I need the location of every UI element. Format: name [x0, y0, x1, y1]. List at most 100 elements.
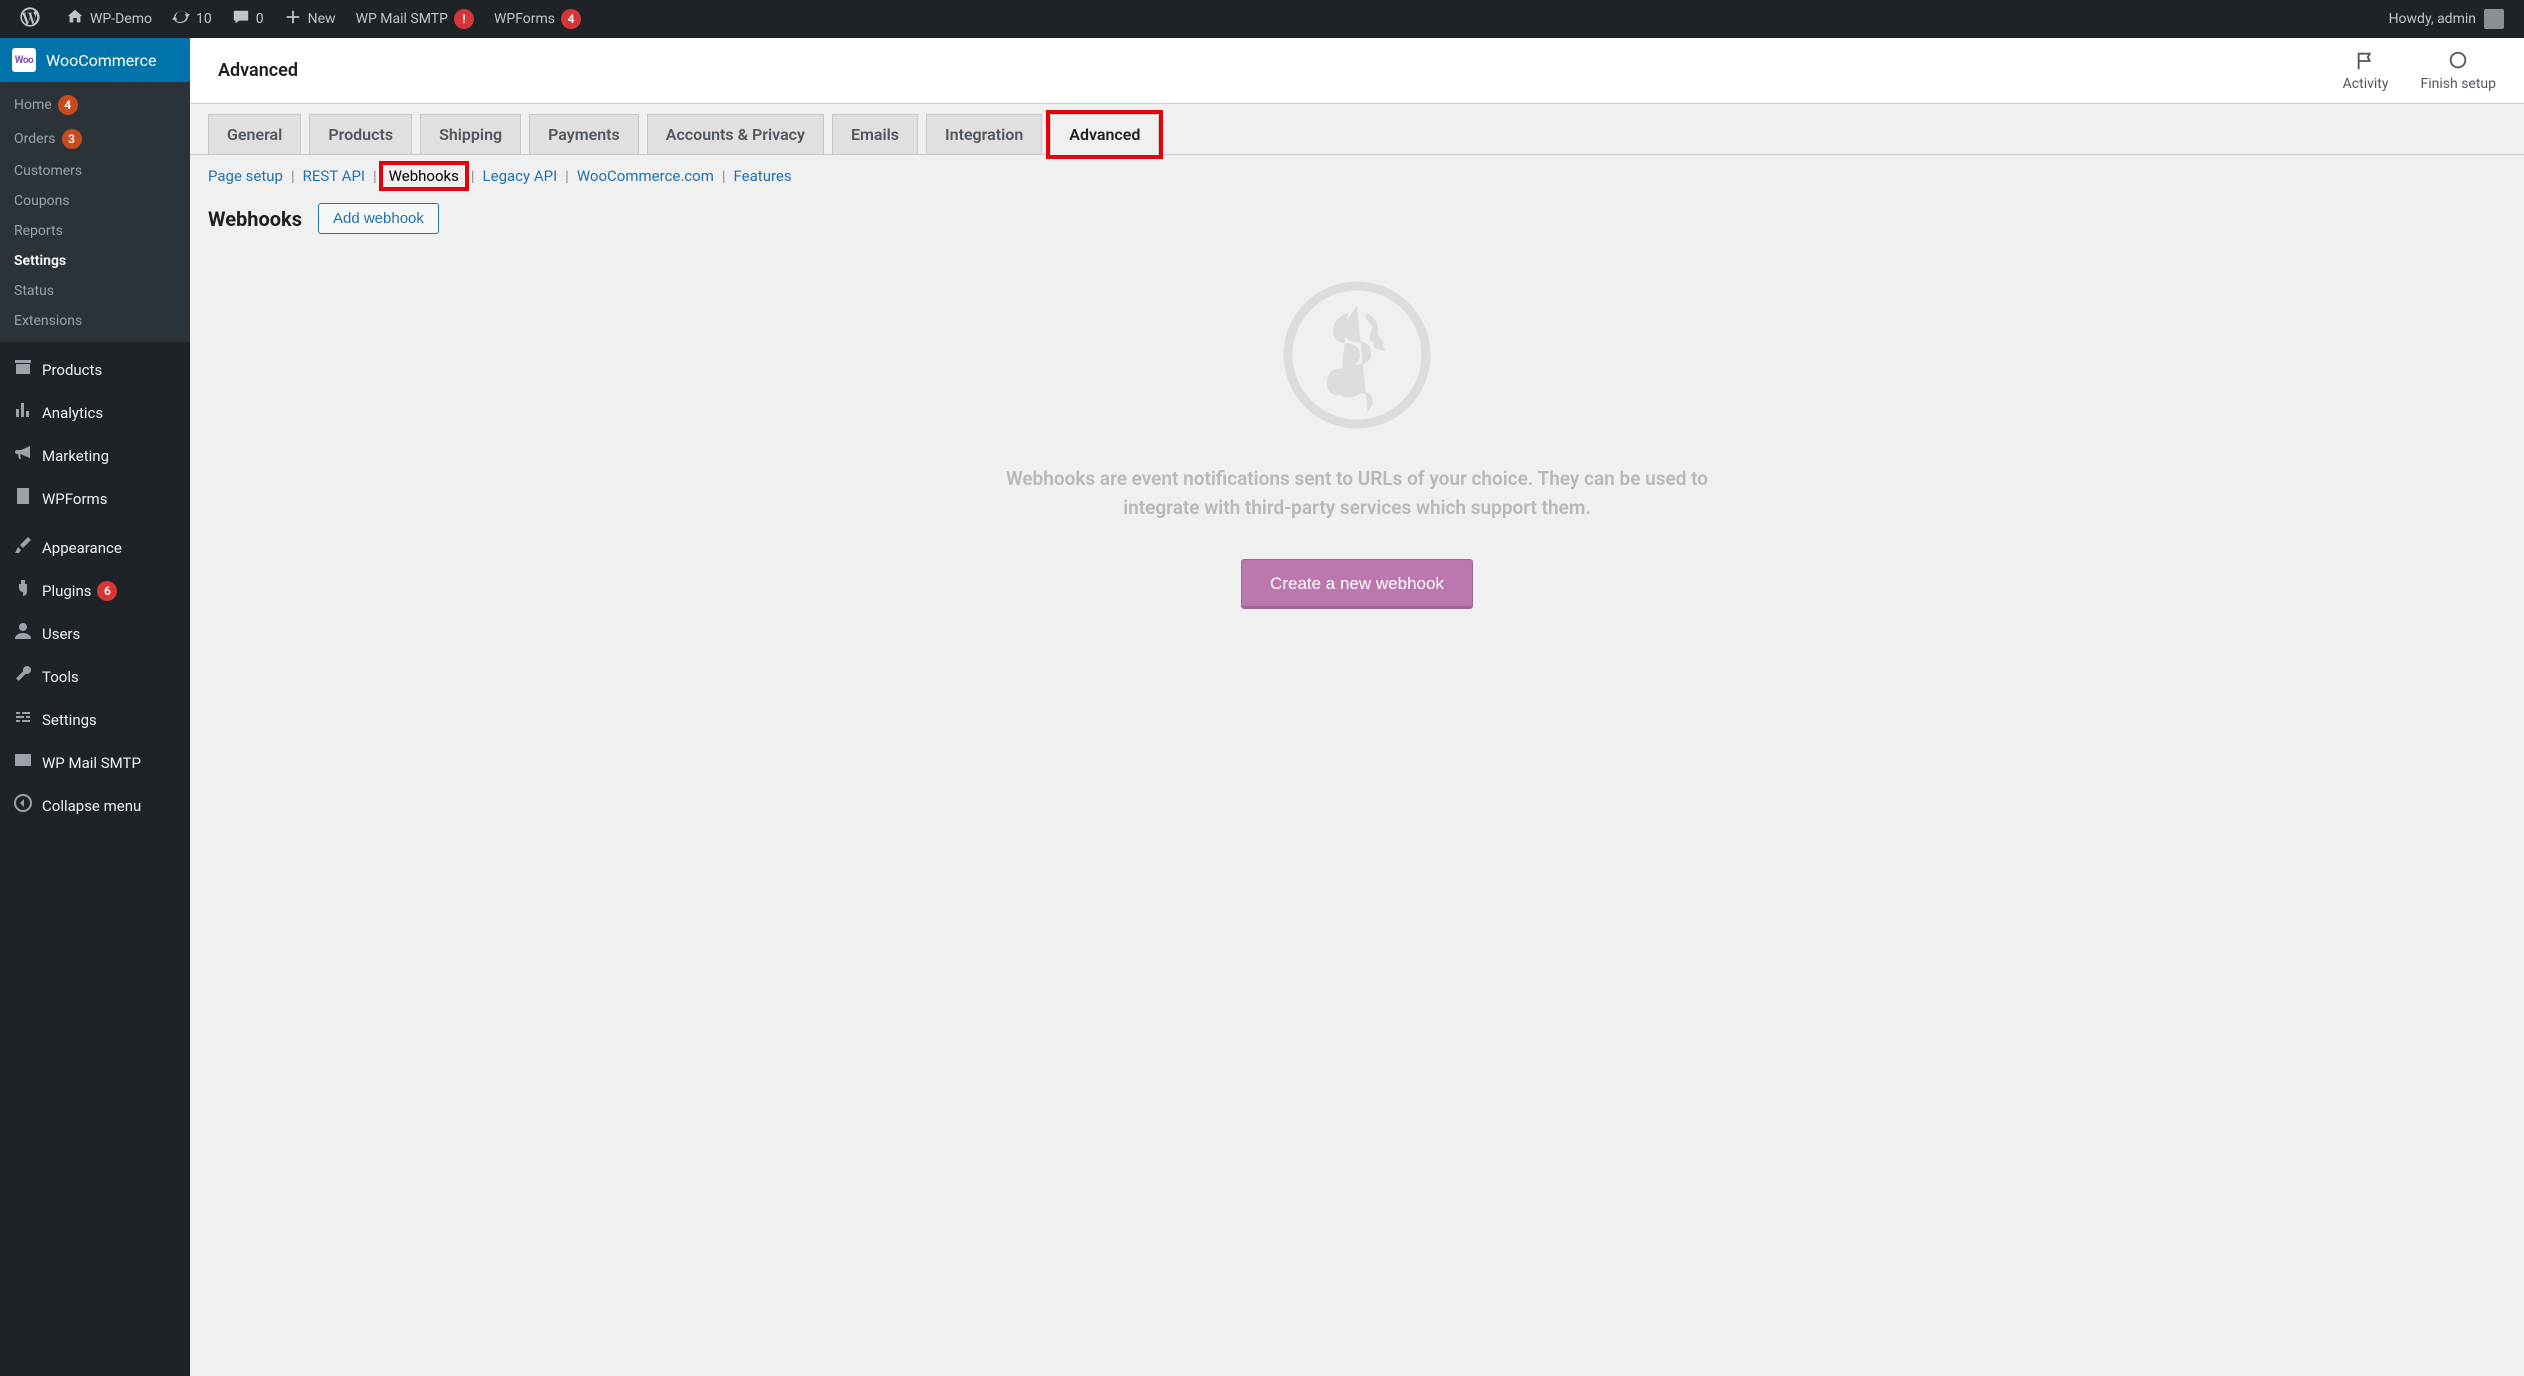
sidebar-sub-extensions[interactable]: Extensions — [0, 306, 190, 336]
sidebar-sub-reports[interactable]: Reports — [0, 216, 190, 246]
sidebar-item-plugins[interactable]: Plugins6 — [0, 569, 190, 612]
sidebar-item-collapse-menu[interactable]: Collapse menu — [0, 784, 190, 827]
sidebar-item-appearance[interactable]: Appearance — [0, 526, 190, 569]
subtab-legacy-api[interactable]: Legacy API — [483, 167, 558, 185]
brush-icon — [10, 535, 36, 560]
sidebar-sub-label: Extensions — [14, 313, 82, 329]
admin-bar: WP-Demo 10 0 New WP Mail SMTP ! WPForms … — [0, 0, 2524, 38]
tab-general[interactable]: General — [208, 114, 301, 154]
updates-link[interactable]: 10 — [162, 0, 222, 38]
admin-sidebar: Woo WooCommerce Home 4Orders 3 Customers Cou… — [0, 38, 190, 1376]
sidebar-sub-label: Orders — [14, 131, 56, 147]
sidebar-item-label: WPForms — [42, 490, 107, 508]
sidebar-item-label: Products — [42, 361, 102, 379]
sidebar-sub-label: Reports — [14, 223, 63, 239]
tab-emails[interactable]: Emails — [832, 114, 918, 154]
wpforms-label: WPForms — [494, 11, 555, 27]
tab-products[interactable]: Products — [309, 114, 412, 154]
sidebar-item-label: Analytics — [42, 404, 103, 422]
sidebar-sub-orders[interactable]: Orders 3 — [0, 122, 190, 156]
comments-link[interactable]: 0 — [222, 0, 274, 38]
sidebar-current-woocommerce[interactable]: Woo WooCommerce — [0, 38, 190, 82]
activity-label: Activity — [2343, 76, 2389, 92]
sidebar-main-menu: Products Analytics Marketing WPForms Appeara… — [0, 342, 190, 827]
sidebar-sub-label: Settings — [14, 253, 66, 269]
tab-payments[interactable]: Payments — [529, 114, 639, 154]
plus-icon — [284, 8, 302, 31]
sidebar-item-products[interactable]: Products — [0, 348, 190, 391]
flag-icon — [2354, 50, 2378, 76]
empty-text: Webhooks are event notifications sent to… — [997, 464, 1717, 523]
avatar — [2484, 9, 2504, 29]
new-label: New — [308, 11, 336, 27]
wc-header: Advanced Activity Finish setup — [190, 38, 2524, 104]
sidebar-item-analytics[interactable]: Analytics — [0, 391, 190, 434]
sidebar-sub-home[interactable]: Home 4 — [0, 88, 190, 122]
sidebar-sub-customers[interactable]: Customers — [0, 156, 190, 186]
archive-icon — [10, 357, 36, 382]
wrench-icon — [10, 664, 36, 689]
account-link[interactable]: Howdy, admin — [2379, 0, 2514, 38]
finish-setup-button[interactable]: Finish setup — [2421, 50, 2497, 92]
finish-setup-label: Finish setup — [2421, 76, 2497, 92]
sidebar-submenu: Home 4Orders 3 Customers Coupons Reports Setti… — [0, 82, 190, 342]
wpforms-count: 4 — [561, 9, 581, 29]
home-icon — [66, 8, 84, 31]
page-heading: Webhooks Add webhook — [190, 197, 2524, 240]
wpforms-link[interactable]: WPForms 4 — [484, 0, 591, 38]
sidebar-sub-settings[interactable]: Settings — [0, 246, 190, 276]
add-webhook-button[interactable]: Add webhook — [318, 203, 439, 234]
wpmail-label: WP Mail SMTP — [356, 11, 448, 27]
site-link[interactable]: WP-Demo — [56, 0, 162, 38]
sidebar-item-wp-mail-smtp[interactable]: WP Mail SMTP — [0, 741, 190, 784]
circle-icon — [2446, 50, 2470, 76]
subtab-features[interactable]: Features — [734, 167, 792, 185]
sidebar-sub-label: Home — [14, 97, 52, 113]
subtab-webhooks[interactable]: Webhooks — [389, 167, 459, 185]
sidebar-sub-label: Coupons — [14, 193, 70, 209]
collapse-icon — [10, 793, 36, 818]
tab-advanced[interactable]: Advanced — [1050, 114, 1159, 155]
sidebar-item-tools[interactable]: Tools — [0, 655, 190, 698]
sidebar-item-settings[interactable]: Settings — [0, 698, 190, 741]
bars-icon — [10, 400, 36, 425]
mail-icon — [10, 750, 36, 775]
sidebar-item-label: Appearance — [42, 539, 122, 557]
sidebar-item-label: Settings — [42, 711, 97, 729]
user-icon — [10, 621, 36, 646]
woocommerce-icon: Woo — [12, 48, 36, 72]
activity-button[interactable]: Activity — [2343, 50, 2389, 92]
wordpress-icon — [20, 7, 40, 32]
sidebar-item-users[interactable]: Users — [0, 612, 190, 655]
empty-state: Webhooks are event notifications sent to… — [997, 280, 1717, 609]
updates-count: 10 — [196, 11, 212, 27]
sidebar-item-wpforms[interactable]: WPForms — [0, 477, 190, 520]
content-area: Advanced Activity Finish setup GeneralPr… — [190, 38, 2524, 1376]
sidebar-item-label: Tools — [42, 668, 79, 686]
sidebar-item-label: WP Mail SMTP — [42, 754, 141, 772]
count-badge: 4 — [58, 95, 78, 115]
form-icon — [10, 486, 36, 511]
update-icon — [172, 8, 190, 31]
sidebar-item-label: Collapse menu — [42, 797, 141, 815]
sidebar-sub-status[interactable]: Status — [0, 276, 190, 306]
sidebar-sub-label: Customers — [14, 163, 82, 179]
sidebar-sub-coupons[interactable]: Coupons — [0, 186, 190, 216]
count-badge: 3 — [62, 129, 82, 149]
subtab-rest-api[interactable]: REST API — [303, 167, 365, 185]
subtab-page-setup[interactable]: Page setup — [208, 167, 283, 185]
comment-icon — [232, 8, 250, 31]
subtab-woocommerce-com[interactable]: WooCommerce.com — [577, 167, 714, 185]
megaphone-icon — [10, 443, 36, 468]
sidebar-sub-label: Status — [14, 283, 54, 299]
wpmail-link[interactable]: WP Mail SMTP ! — [346, 0, 484, 38]
tab-integration[interactable]: Integration — [926, 114, 1042, 154]
site-name: WP-Demo — [90, 11, 152, 27]
new-link[interactable]: New — [274, 0, 346, 38]
wp-logo[interactable] — [10, 0, 56, 38]
tab-accounts-privacy[interactable]: Accounts & Privacy — [647, 114, 824, 154]
sidebar-item-marketing[interactable]: Marketing — [0, 434, 190, 477]
tab-shipping[interactable]: Shipping — [420, 114, 521, 154]
create-webhook-button[interactable]: Create a new webhook — [1241, 559, 1473, 609]
woocommerce-label: WooCommerce — [46, 51, 156, 70]
